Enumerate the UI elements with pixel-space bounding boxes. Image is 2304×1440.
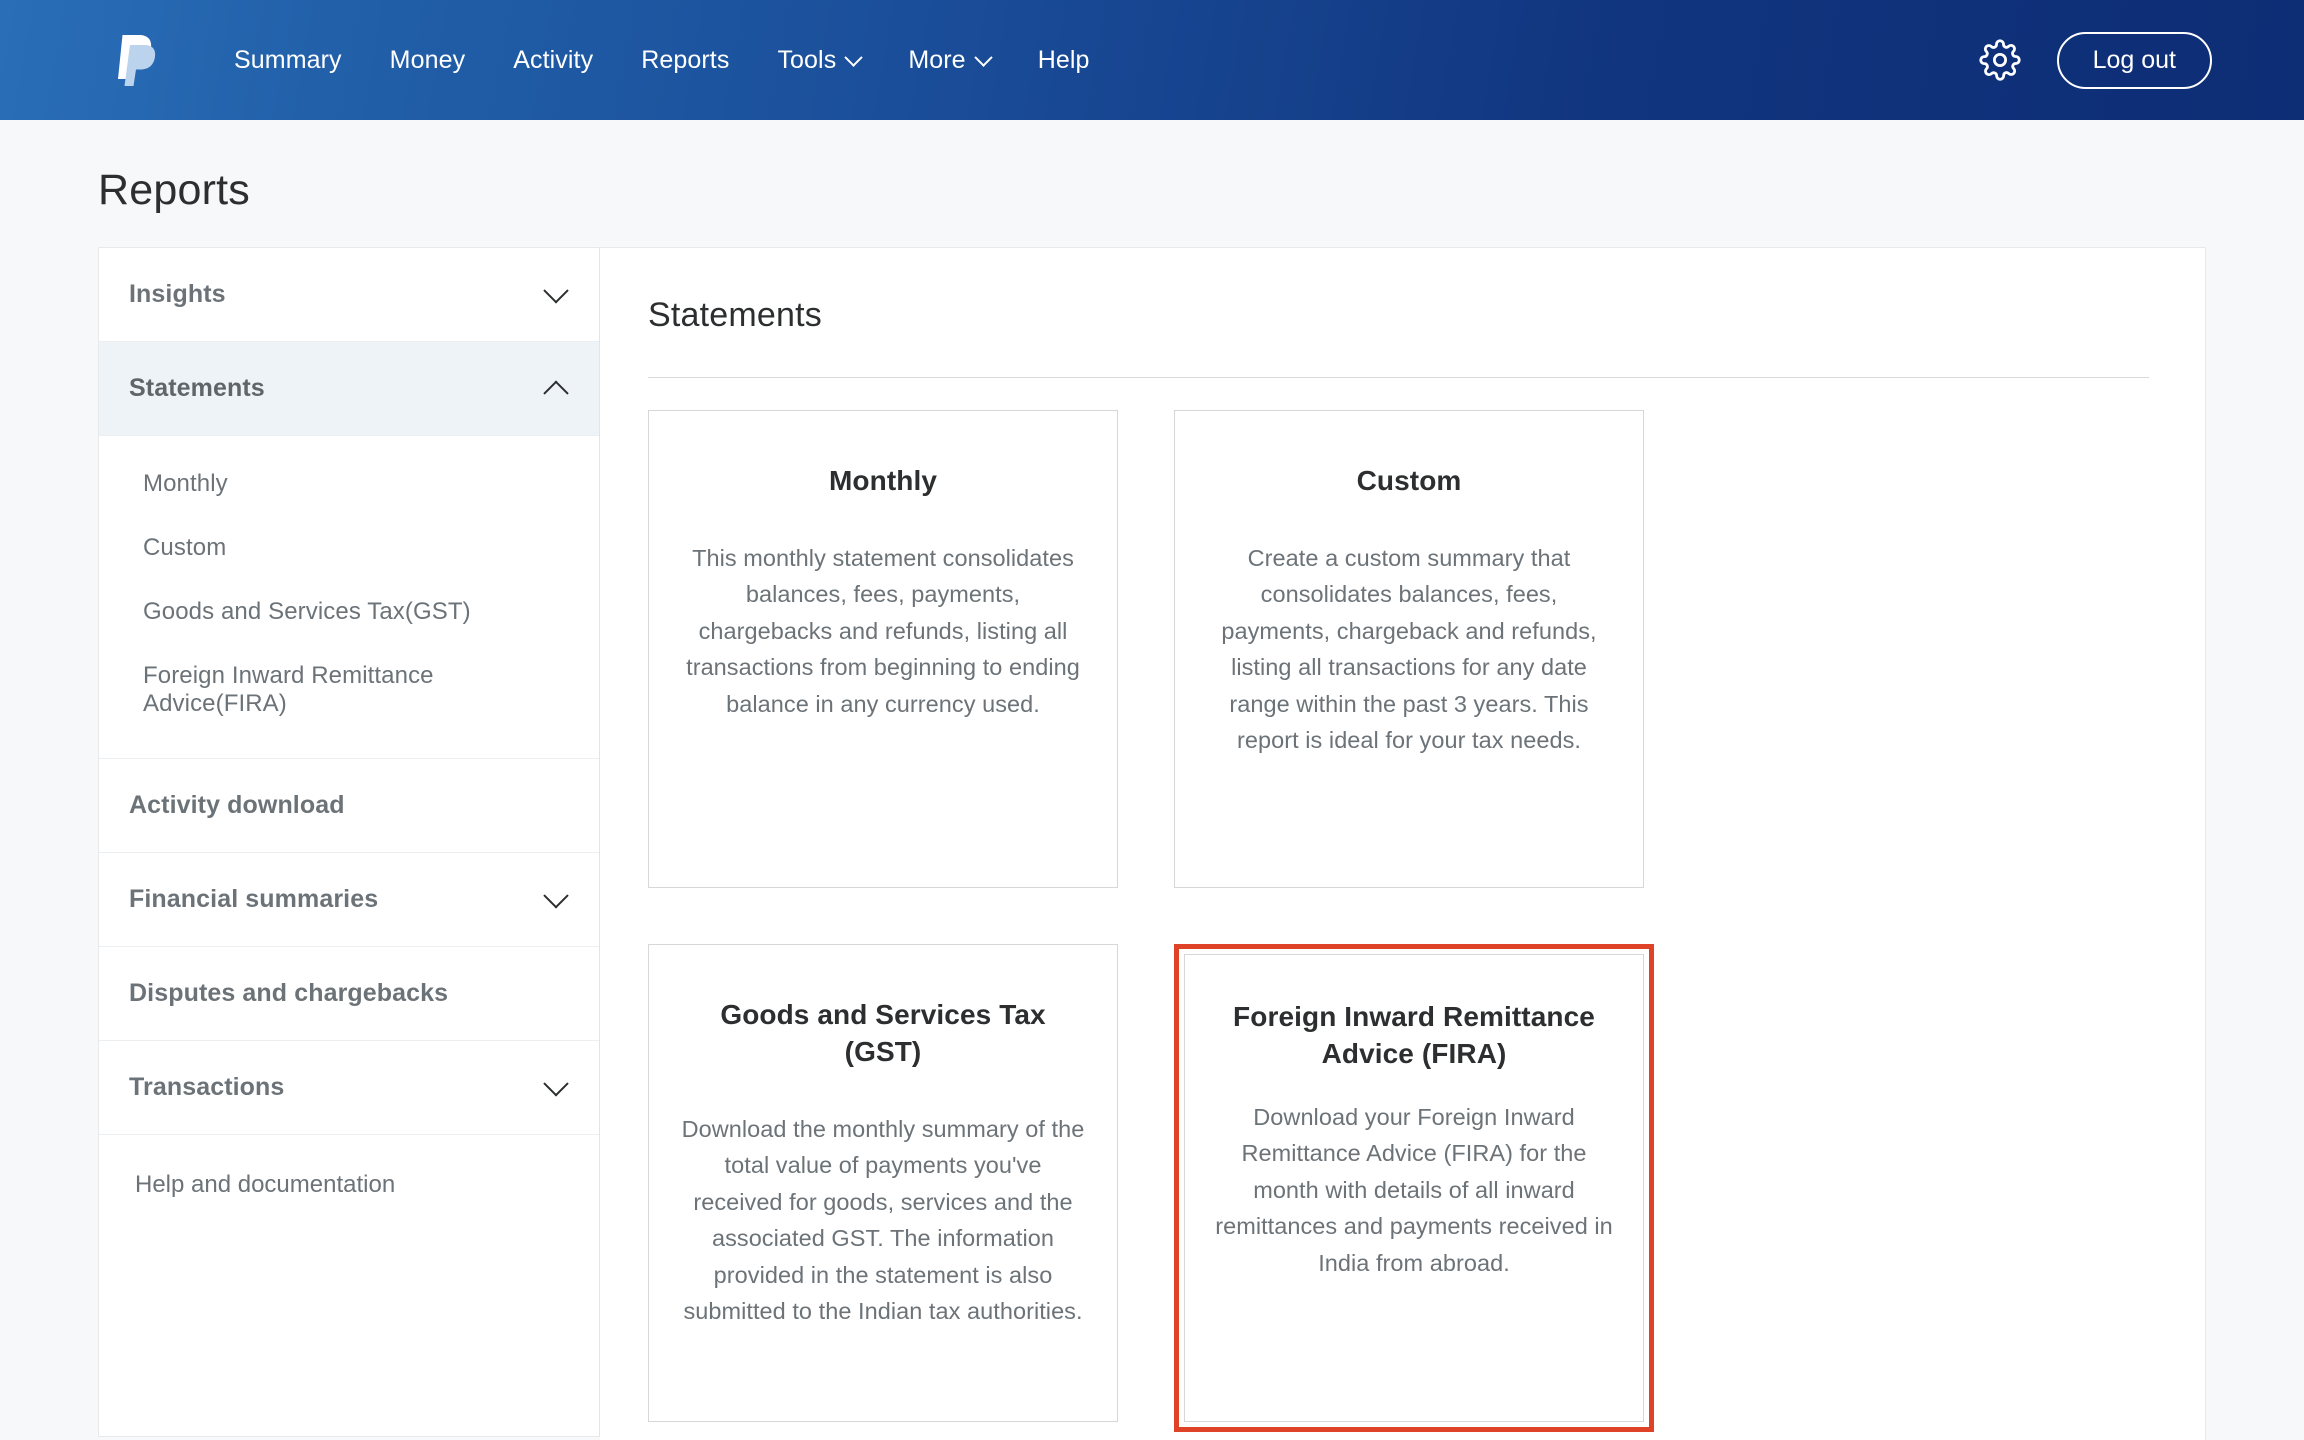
- sidebar-item-disputes-and-chargebacks[interactable]: Disputes and chargebacks: [99, 947, 599, 1041]
- sidebar-subitem-gst[interactable]: Goods and Services Tax(GST): [99, 580, 599, 644]
- statement-card-monthly[interactable]: Monthly This monthly statement consolida…: [648, 410, 1118, 888]
- chevron-up-icon: [543, 380, 569, 406]
- sidebar-item-label: Disputes and chargebacks: [129, 979, 449, 1007]
- page-container: Reports Insights Statements Monthly Cust…: [0, 120, 2304, 1440]
- statements-subnav: Monthly Custom Goods and Services Tax(GS…: [99, 436, 599, 759]
- main-nav: Summary Money Activity Reports Tools Mor…: [210, 36, 1114, 85]
- sidebar-item-label: Activity download: [129, 791, 345, 819]
- card-description: This monthly statement consolidates bala…: [686, 544, 1080, 717]
- nav-label: Reports: [641, 45, 730, 74]
- sidebar-item-transactions[interactable]: Transactions: [99, 1041, 599, 1135]
- panel-divider: [648, 377, 2149, 378]
- nav-label: Money: [389, 45, 466, 74]
- gear-icon: [1978, 39, 2021, 81]
- sidebar-help-section: Help and documentation: [99, 1135, 599, 1229]
- statement-card-fira[interactable]: Foreign Inward Remittance Advice (FIRA) …: [1184, 954, 1644, 1422]
- nav-item-tools[interactable]: Tools: [753, 36, 884, 85]
- card-description: Create a custom summary that consolidate…: [1221, 544, 1597, 754]
- sidebar-item-financial-summaries[interactable]: Financial summaries: [99, 853, 599, 947]
- nav-item-help[interactable]: Help: [1014, 36, 1114, 85]
- card-wrap-gst: Goods and Services Tax (GST) Download th…: [648, 944, 1118, 1432]
- card-title: Foreign Inward Remittance Advice (FIRA): [1233, 1001, 1595, 1069]
- card-title: Custom: [1356, 465, 1462, 496]
- sidebar-item-label: Statements: [129, 374, 265, 402]
- page-title: Reports: [98, 166, 250, 214]
- nav-item-money[interactable]: Money: [366, 36, 490, 85]
- panel-title: Statements: [648, 296, 822, 334]
- card-wrap-monthly: Monthly This monthly statement consolida…: [648, 410, 1118, 888]
- card-title: Monthly: [828, 465, 937, 496]
- statements-panel: Statements Monthly This monthly statemen…: [600, 247, 2206, 1440]
- nav-label: Summary: [234, 45, 342, 74]
- sidebar-item-label: Transactions: [129, 1073, 285, 1101]
- nav-label: Activity: [513, 45, 594, 74]
- card-title: Goods and Services Tax (GST): [720, 999, 1046, 1067]
- nav-label: More: [908, 45, 966, 74]
- reports-sidebar: Insights Statements Monthly Custom Goods…: [98, 247, 600, 1437]
- card-wrap-fira-highlighted: Foreign Inward Remittance Advice (FIRA) …: [1174, 944, 1654, 1432]
- header-actions: Log out: [1977, 31, 2212, 89]
- chevron-down-icon: [543, 277, 569, 303]
- card-wrap-custom: Custom Create a custom summary that cons…: [1174, 410, 1644, 888]
- chevron-down-icon: [543, 1070, 569, 1096]
- sidebar-subitem-fira[interactable]: Foreign Inward Remittance Advice(FIRA): [99, 644, 599, 736]
- nav-item-activity[interactable]: Activity: [489, 36, 617, 85]
- card-description: Download the monthly summary of the tota…: [681, 1115, 1085, 1325]
- sidebar-item-insights[interactable]: Insights: [99, 248, 599, 342]
- statement-cards-grid: Monthly This monthly statement consolida…: [648, 410, 2149, 1432]
- statement-card-gst[interactable]: Goods and Services Tax (GST) Download th…: [648, 944, 1118, 1422]
- paypal-logo[interactable]: [110, 29, 164, 91]
- chevron-down-icon: [844, 47, 864, 67]
- page-layout: Insights Statements Monthly Custom Goods…: [0, 247, 2304, 1440]
- nav-label: Help: [1037, 45, 1090, 74]
- statement-card-custom[interactable]: Custom Create a custom summary that cons…: [1174, 410, 1644, 888]
- nav-item-summary[interactable]: Summary: [210, 36, 366, 85]
- sidebar-item-label: Insights: [129, 280, 226, 308]
- chevron-down-icon: [973, 47, 993, 67]
- sidebar-subitem-monthly[interactable]: Monthly: [99, 452, 599, 516]
- sidebar-subitem-custom[interactable]: Custom: [99, 516, 599, 580]
- sidebar-item-statements[interactable]: Statements: [99, 342, 599, 436]
- sidebar-item-label: Financial summaries: [129, 885, 379, 913]
- logout-button[interactable]: Log out: [2056, 31, 2212, 89]
- nav-item-more[interactable]: More: [884, 36, 1013, 85]
- nav-label: Tools: [777, 45, 837, 74]
- chevron-down-icon: [543, 882, 569, 908]
- settings-button[interactable]: [1977, 37, 2023, 83]
- global-header: Summary Money Activity Reports Tools Mor…: [0, 0, 2304, 120]
- card-description: Download your Foreign Inward Remittance …: [1215, 1103, 1613, 1276]
- nav-item-reports[interactable]: Reports: [617, 36, 753, 85]
- sidebar-item-activity-download[interactable]: Activity download: [99, 759, 599, 853]
- help-and-documentation-link[interactable]: Help and documentation: [135, 1171, 395, 1198]
